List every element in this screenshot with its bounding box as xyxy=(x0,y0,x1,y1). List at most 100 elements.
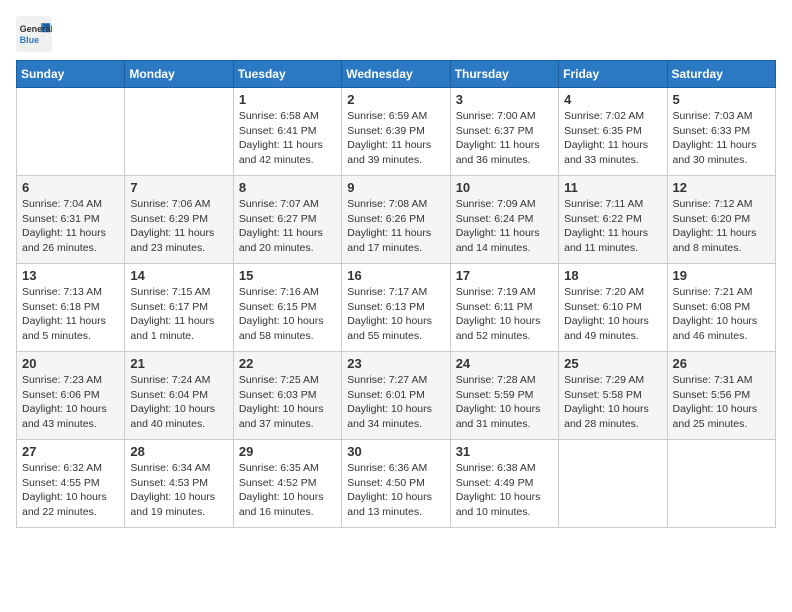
weekday-header-row: SundayMondayTuesdayWednesdayThursdayFrid… xyxy=(17,61,776,88)
calendar-cell: 1Sunrise: 6:58 AM Sunset: 6:41 PM Daylig… xyxy=(233,88,341,176)
day-number: 8 xyxy=(239,180,336,195)
calendar-cell: 9 Sunrise: 7:08 AM Sunset: 6:26 PM Daylig… xyxy=(342,176,450,264)
calendar-cell: 26 Sunrise: 7:31 AM Sunset: 5:56 PM Dayli… xyxy=(667,352,775,440)
day-number: 20 xyxy=(22,356,119,371)
calendar-cell: 31 Sunrise: 6:38 AM Sunset: 4:49 PM Dayli… xyxy=(450,440,558,528)
calendar-cell: 10 Sunrise: 7:09 AM Sunset: 6:24 PM Dayli… xyxy=(450,176,558,264)
weekday-header-thursday: Thursday xyxy=(450,61,558,88)
day-info: Sunrise: 6:59 AM Sunset: 6:39 PM Dayligh… xyxy=(347,109,444,168)
calendar-week-4: 20Sunrise: 7:23 AM Sunset: 6:06 PM Dayli… xyxy=(17,352,776,440)
day-number: 22 xyxy=(239,356,336,371)
day-info: Sunrise: 6:32 AM Sunset: 4:55 PM Dayligh… xyxy=(22,461,119,520)
day-info: Sunrise: 7:11 AM Sunset: 6:22 PM Dayligh… xyxy=(564,197,661,256)
day-info: Sunrise: 7:00 AM Sunset: 6:37 PM Dayligh… xyxy=(456,109,553,168)
calendar-cell: 14Sunrise: 7:15 AM Sunset: 6:17 PM Dayli… xyxy=(125,264,233,352)
calendar-table: SundayMondayTuesdayWednesdayThursdayFrid… xyxy=(16,60,776,528)
calendar-body: 1Sunrise: 6:58 AM Sunset: 6:41 PM Daylig… xyxy=(17,88,776,528)
calendar-cell: 16 Sunrise: 7:17 AM Sunset: 6:13 PM Dayli… xyxy=(342,264,450,352)
day-info: Sunrise: 6:34 AM Sunset: 4:53 PM Dayligh… xyxy=(130,461,227,520)
calendar-cell: 6Sunrise: 7:04 AM Sunset: 6:31 PM Daylig… xyxy=(17,176,125,264)
day-number: 7 xyxy=(130,180,227,195)
calendar-cell: 8 Sunrise: 7:07 AM Sunset: 6:27 PM Daylig… xyxy=(233,176,341,264)
calendar-cell: 17Sunrise: 7:19 AM Sunset: 6:11 PM Dayli… xyxy=(450,264,558,352)
day-number: 17 xyxy=(456,268,553,283)
day-number: 6 xyxy=(22,180,119,195)
calendar-cell: 3 Sunrise: 7:00 AM Sunset: 6:37 PM Daylig… xyxy=(450,88,558,176)
day-number: 31 xyxy=(456,444,553,459)
calendar-cell: 20Sunrise: 7:23 AM Sunset: 6:06 PM Dayli… xyxy=(17,352,125,440)
day-number: 15 xyxy=(239,268,336,283)
day-number: 21 xyxy=(130,356,227,371)
day-info: Sunrise: 7:15 AM Sunset: 6:17 PM Dayligh… xyxy=(130,285,227,344)
calendar-cell: 4Sunrise: 7:02 AM Sunset: 6:35 PM Daylig… xyxy=(559,88,667,176)
day-info: Sunrise: 6:35 AM Sunset: 4:52 PM Dayligh… xyxy=(239,461,336,520)
day-info: Sunrise: 6:36 AM Sunset: 4:50 PM Dayligh… xyxy=(347,461,444,520)
weekday-header-saturday: Saturday xyxy=(667,61,775,88)
calendar-week-3: 13Sunrise: 7:13 AM Sunset: 6:18 PM Dayli… xyxy=(17,264,776,352)
calendar-cell: 2 Sunrise: 6:59 AM Sunset: 6:39 PM Daylig… xyxy=(342,88,450,176)
calendar-cell: 25Sunrise: 7:29 AM Sunset: 5:58 PM Dayli… xyxy=(559,352,667,440)
weekday-header-tuesday: Tuesday xyxy=(233,61,341,88)
day-number: 11 xyxy=(564,180,661,195)
day-number: 13 xyxy=(22,268,119,283)
weekday-header-wednesday: Wednesday xyxy=(342,61,450,88)
day-number: 26 xyxy=(673,356,770,371)
day-info: Sunrise: 7:17 AM Sunset: 6:13 PM Dayligh… xyxy=(347,285,444,344)
weekday-header-monday: Monday xyxy=(125,61,233,88)
day-info: Sunrise: 6:58 AM Sunset: 6:41 PM Dayligh… xyxy=(239,109,336,168)
calendar-cell: 29 Sunrise: 6:35 AM Sunset: 4:52 PM Dayli… xyxy=(233,440,341,528)
day-number: 28 xyxy=(130,444,227,459)
calendar-cell: 12 Sunrise: 7:12 AM Sunset: 6:20 PM Dayli… xyxy=(667,176,775,264)
day-number: 23 xyxy=(347,356,444,371)
calendar-cell: 22 Sunrise: 7:25 AM Sunset: 6:03 PM Dayli… xyxy=(233,352,341,440)
day-info: Sunrise: 7:31 AM Sunset: 5:56 PM Dayligh… xyxy=(673,373,770,432)
calendar-cell: 15 Sunrise: 7:16 AM Sunset: 6:15 PM Dayli… xyxy=(233,264,341,352)
calendar-week-1: 1Sunrise: 6:58 AM Sunset: 6:41 PM Daylig… xyxy=(17,88,776,176)
day-number: 27 xyxy=(22,444,119,459)
day-number: 12 xyxy=(673,180,770,195)
day-number: 19 xyxy=(673,268,770,283)
day-info: Sunrise: 7:28 AM Sunset: 5:59 PM Dayligh… xyxy=(456,373,553,432)
day-number: 9 xyxy=(347,180,444,195)
day-number: 10 xyxy=(456,180,553,195)
day-info: Sunrise: 7:29 AM Sunset: 5:58 PM Dayligh… xyxy=(564,373,661,432)
logo: General Blue xyxy=(16,16,52,52)
day-info: Sunrise: 6:38 AM Sunset: 4:49 PM Dayligh… xyxy=(456,461,553,520)
day-number: 24 xyxy=(456,356,553,371)
day-info: Sunrise: 7:27 AM Sunset: 6:01 PM Dayligh… xyxy=(347,373,444,432)
day-info: Sunrise: 7:03 AM Sunset: 6:33 PM Dayligh… xyxy=(673,109,770,168)
day-number: 29 xyxy=(239,444,336,459)
calendar-cell: 19 Sunrise: 7:21 AM Sunset: 6:08 PM Dayli… xyxy=(667,264,775,352)
calendar-cell: 13Sunrise: 7:13 AM Sunset: 6:18 PM Dayli… xyxy=(17,264,125,352)
day-info: Sunrise: 7:16 AM Sunset: 6:15 PM Dayligh… xyxy=(239,285,336,344)
day-info: Sunrise: 7:21 AM Sunset: 6:08 PM Dayligh… xyxy=(673,285,770,344)
calendar-cell: 7 Sunrise: 7:06 AM Sunset: 6:29 PM Daylig… xyxy=(125,176,233,264)
day-info: Sunrise: 7:06 AM Sunset: 6:29 PM Dayligh… xyxy=(130,197,227,256)
day-number: 5 xyxy=(673,92,770,107)
day-info: Sunrise: 7:24 AM Sunset: 6:04 PM Dayligh… xyxy=(130,373,227,432)
day-info: Sunrise: 7:07 AM Sunset: 6:27 PM Dayligh… xyxy=(239,197,336,256)
calendar-cell xyxy=(125,88,233,176)
day-number: 18 xyxy=(564,268,661,283)
calendar-cell xyxy=(17,88,125,176)
day-number: 30 xyxy=(347,444,444,459)
day-info: Sunrise: 7:12 AM Sunset: 6:20 PM Dayligh… xyxy=(673,197,770,256)
day-number: 3 xyxy=(456,92,553,107)
weekday-header-friday: Friday xyxy=(559,61,667,88)
svg-text:General: General xyxy=(20,24,52,34)
calendar-week-2: 6Sunrise: 7:04 AM Sunset: 6:31 PM Daylig… xyxy=(17,176,776,264)
calendar-cell: 18 Sunrise: 7:20 AM Sunset: 6:10 PM Dayli… xyxy=(559,264,667,352)
calendar-cell: 24 Sunrise: 7:28 AM Sunset: 5:59 PM Dayli… xyxy=(450,352,558,440)
weekday-header-sunday: Sunday xyxy=(17,61,125,88)
day-info: Sunrise: 7:08 AM Sunset: 6:26 PM Dayligh… xyxy=(347,197,444,256)
calendar-cell: 30 Sunrise: 6:36 AM Sunset: 4:50 PM Dayli… xyxy=(342,440,450,528)
calendar-cell xyxy=(559,440,667,528)
calendar-week-5: 27 Sunrise: 6:32 AM Sunset: 4:55 PM Dayli… xyxy=(17,440,776,528)
day-info: Sunrise: 7:09 AM Sunset: 6:24 PM Dayligh… xyxy=(456,197,553,256)
svg-text:Blue: Blue xyxy=(20,35,40,45)
day-number: 2 xyxy=(347,92,444,107)
day-number: 16 xyxy=(347,268,444,283)
day-info: Sunrise: 7:02 AM Sunset: 6:35 PM Dayligh… xyxy=(564,109,661,168)
day-info: Sunrise: 7:20 AM Sunset: 6:10 PM Dayligh… xyxy=(564,285,661,344)
day-info: Sunrise: 7:25 AM Sunset: 6:03 PM Dayligh… xyxy=(239,373,336,432)
